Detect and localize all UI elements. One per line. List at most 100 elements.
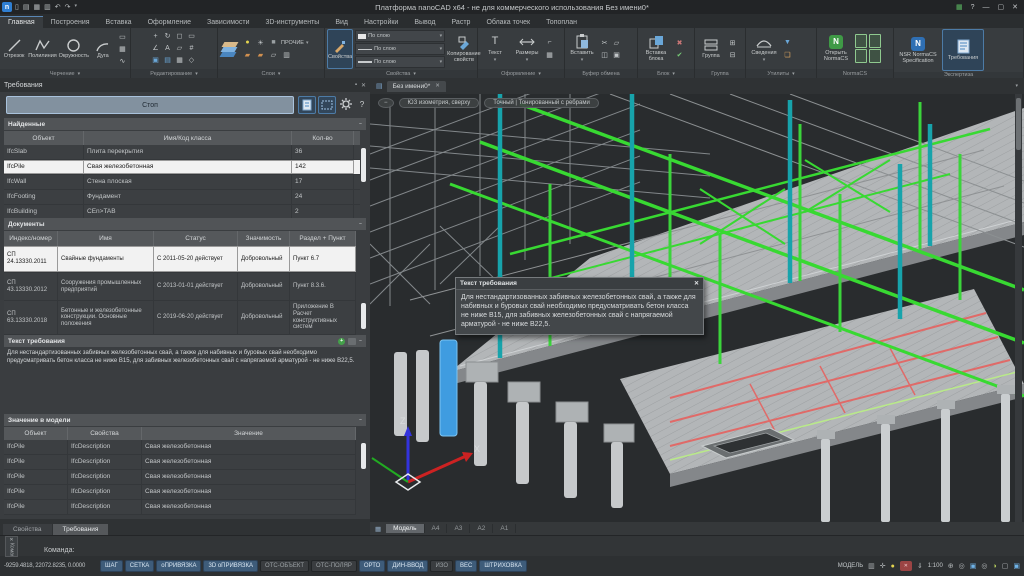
tab-properties[interactable]: Свойства bbox=[3, 524, 52, 535]
bulb-icon[interactable]: ● bbox=[891, 563, 895, 570]
print-icon[interactable]: ▥ bbox=[44, 3, 51, 11]
panel-close-icon[interactable]: ✕ bbox=[361, 82, 366, 89]
zoom-icon[interactable]: ◎ bbox=[959, 562, 965, 570]
layer-walk-icon[interactable]: ▰ bbox=[255, 49, 266, 60]
command-panel-tab[interactable]: ✕ Команда bbox=[5, 536, 18, 557]
scale-icon[interactable]: ▣ bbox=[150, 55, 161, 66]
fillet-icon[interactable]: ∠ bbox=[150, 43, 161, 54]
group-button[interactable]: Группа bbox=[697, 37, 725, 60]
visual-style-control[interactable]: Точный | Тонированный с ребрами bbox=[484, 98, 599, 108]
sheet-list-icon[interactable]: ▦ bbox=[370, 525, 386, 533]
toggle-otrack[interactable]: ОТС-ОБЪЕКТ bbox=[260, 560, 309, 572]
erase-icon[interactable]: ▭ bbox=[186, 31, 197, 42]
layer-freeze-icon[interactable]: ☀ bbox=[255, 37, 266, 48]
layer-on-icon[interactable]: ● bbox=[242, 37, 253, 48]
toggle-osnap[interactable]: оПРИВЯЗКА bbox=[156, 560, 201, 572]
filter-icon[interactable]: ▼ bbox=[782, 37, 793, 48]
stop-button[interactable]: Стоп bbox=[6, 96, 294, 114]
cut-icon[interactable]: ✂ bbox=[599, 37, 610, 48]
toggle-grid[interactable]: СЕТКА bbox=[125, 560, 155, 572]
normacs-doc-icon[interactable] bbox=[855, 34, 867, 48]
table-row[interactable]: IfcWallСтена плоская17 bbox=[4, 175, 360, 190]
table-row-selected[interactable]: IfcPileСвая железобетонная142 bbox=[4, 160, 360, 175]
section-model-values[interactable]: Значение в модели − bbox=[4, 414, 366, 426]
group-caption-clipboard[interactable]: Буфер обмена bbox=[565, 69, 637, 78]
panel-pin-icon[interactable]: ▪ bbox=[355, 82, 357, 89]
viewport-scrollbar[interactable] bbox=[1015, 94, 1022, 522]
explode-icon[interactable]: ◇ bbox=[186, 55, 197, 66]
layers-icon[interactable] bbox=[220, 41, 240, 57]
undo-icon[interactable]: ↶ bbox=[55, 3, 61, 11]
gear-icon[interactable] bbox=[338, 96, 354, 112]
paste-special-icon[interactable]: ▣ bbox=[611, 49, 622, 60]
tab-close-icon[interactable]: ✕ bbox=[435, 83, 440, 89]
info-button[interactable]: Сведения▾ bbox=[748, 34, 780, 63]
selected-pile[interactable] bbox=[440, 340, 457, 436]
group-caption-group[interactable]: Группа bbox=[695, 69, 745, 78]
copy-icon[interactable]: ▱ bbox=[611, 37, 622, 48]
ribbon-tab-annotate[interactable]: Оформление bbox=[140, 17, 199, 28]
panel-help-icon[interactable]: ? bbox=[354, 96, 370, 112]
rectangle-tool-icon[interactable]: ▭ bbox=[117, 31, 128, 42]
tab-a3[interactable]: A3 bbox=[447, 524, 470, 533]
open-normacs-button[interactable]: N Открыть NormaCS bbox=[819, 34, 853, 63]
add-requirement-icon[interactable]: + bbox=[338, 338, 345, 345]
copy-requirement-icon[interactable] bbox=[348, 338, 356, 345]
model-space-label[interactable]: МОДЕЛЬ bbox=[838, 563, 863, 569]
toggle-ortho[interactable]: ОРТО bbox=[359, 560, 385, 572]
layer-iso-icon[interactable]: ▱ bbox=[268, 49, 279, 60]
toggle-dyninput[interactable]: ДИН-ВВОД bbox=[387, 560, 428, 572]
grid-array-icon[interactable]: ▦ bbox=[174, 55, 185, 66]
table-row[interactable]: IfcSlabПлита перекрытия36 bbox=[4, 145, 360, 160]
toggle-iso[interactable]: ИЗО bbox=[430, 560, 453, 572]
close-button[interactable]: ✕ bbox=[1012, 3, 1018, 11]
zoom-window-icon[interactable]: ◎ bbox=[981, 562, 987, 570]
arc-button[interactable]: Дуга bbox=[91, 37, 115, 60]
tab-a1[interactable]: A1 bbox=[493, 524, 516, 533]
viewport-menu-icon[interactable]: − bbox=[378, 98, 394, 108]
table-row[interactable]: IfcPileIfcDescriptionСвая железобетонная bbox=[4, 455, 356, 470]
3d-model-canvas[interactable]: Z X − ЮЗ изометрия, сверху Точный | Тони… bbox=[370, 94, 1024, 522]
ribbon-tab-insert[interactable]: Вставка bbox=[98, 17, 140, 28]
documents-scrollbar[interactable] bbox=[361, 303, 366, 329]
array-icon[interactable]: ▤ bbox=[162, 55, 173, 66]
group-caption-utils[interactable]: Утилиты▾ bbox=[746, 69, 816, 78]
group-caption-block[interactable]: Блок▾ bbox=[638, 69, 694, 78]
linetype-by-layer-dropdown[interactable]: По слою▾ bbox=[355, 43, 445, 55]
color-by-layer-dropdown[interactable]: По слою▾ bbox=[355, 30, 445, 42]
minimize-button[interactable]: — bbox=[983, 4, 990, 11]
text-edit-icon[interactable]: A bbox=[162, 43, 173, 54]
dimensions-button[interactable]: Размеры▾ bbox=[512, 34, 542, 63]
group-caption-normacs[interactable]: NormaCS bbox=[817, 69, 893, 78]
toggle-lineweight[interactable]: ВЕС bbox=[455, 560, 477, 572]
circle-button[interactable]: Окружность bbox=[59, 37, 89, 60]
normacs-link-icon[interactable] bbox=[869, 49, 881, 63]
group-caption-properties[interactable]: Свойства▾ bbox=[325, 70, 477, 78]
toggle-hatch[interactable]: ШТРИХОВКА bbox=[479, 560, 526, 572]
section-documents[interactable]: Документы − bbox=[4, 218, 366, 230]
group-caption-annotation[interactable]: Оформление▾ bbox=[478, 69, 564, 78]
toggle-snap[interactable]: ШАГ bbox=[100, 560, 123, 572]
rotate-icon[interactable]: ↻ bbox=[162, 31, 173, 42]
redo-icon[interactable]: ↷ bbox=[65, 3, 71, 11]
section-requirement-text[interactable]: Текст требования + − bbox=[4, 335, 366, 347]
document-tab[interactable]: Без имени0* ✕ bbox=[387, 81, 446, 92]
toggle-3dosnap[interactable]: 3D оПРИВЯЗКА bbox=[203, 560, 258, 572]
insert-block-button[interactable]: Вставка блока bbox=[640, 34, 672, 63]
open-file-icon[interactable]: ▤ bbox=[23, 3, 30, 11]
normacs-search-icon[interactable] bbox=[869, 34, 881, 48]
ribbon-tab-output[interactable]: Вывод bbox=[406, 17, 443, 28]
found-scrollbar[interactable] bbox=[361, 148, 366, 182]
selection-cursor-icon[interactable]: ✛ bbox=[880, 562, 886, 570]
select-region-icon[interactable] bbox=[318, 96, 336, 114]
qat-dropdown-icon[interactable]: ▾ bbox=[74, 3, 77, 11]
table-row[interactable]: IfcPileIfcDescriptionСвая железобетонная bbox=[4, 440, 356, 455]
section-found[interactable]: Найденные − bbox=[4, 118, 366, 130]
layer-state-icon[interactable]: ▰ bbox=[242, 49, 253, 60]
command-prompt[interactable]: Команда: bbox=[44, 547, 74, 554]
leader-icon[interactable]: ⌐ bbox=[544, 37, 555, 48]
pan-icon[interactable]: ⊕ bbox=[948, 562, 954, 570]
ungroup-icon[interactable]: ⊞ bbox=[727, 37, 738, 48]
ribbon-tab-topoplan[interactable]: Топоплан bbox=[538, 17, 585, 28]
table-row[interactable]: СП 63.13330.2018 Бетонные и железобетонн… bbox=[4, 301, 356, 335]
